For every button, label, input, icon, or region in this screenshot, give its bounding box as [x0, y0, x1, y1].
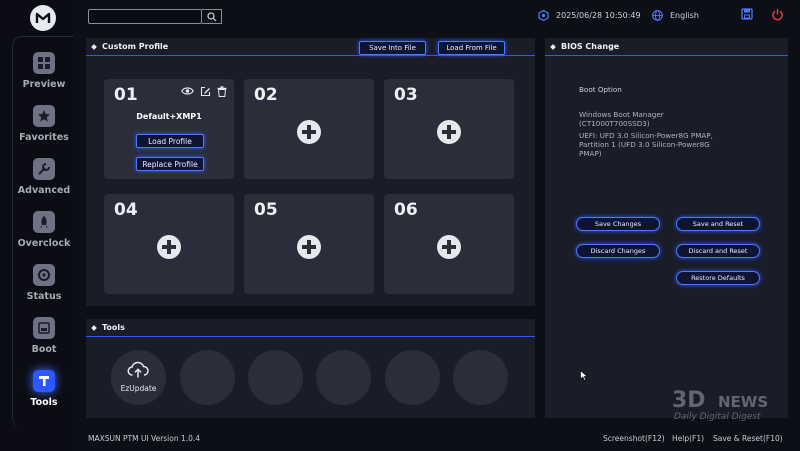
save-into-file-button[interactable]: Save Into File	[359, 41, 426, 55]
svg-text:Daily Digital Digest: Daily Digital Digest	[674, 412, 761, 422]
diamond-icon	[91, 44, 97, 50]
load-profile-button[interactable]: Load Profile	[136, 134, 204, 148]
sidebar-item-label: Advanced	[17, 185, 71, 196]
boot-option-label: Boot Option	[579, 85, 622, 94]
sidebar-item-boot[interactable]: Boot	[14, 315, 74, 365]
panel-header: Tools	[86, 319, 535, 337]
sidebar-item-advanced[interactable]: Advanced	[14, 156, 74, 206]
gauge-icon	[33, 264, 55, 286]
grid-icon	[33, 52, 55, 74]
panel-title: Custom Profile	[102, 42, 169, 51]
slot-number: 04	[114, 200, 138, 220]
add-profile-icon[interactable]	[437, 120, 461, 144]
save-changes-button[interactable]: Save Changes	[576, 217, 660, 231]
slot-number: 02	[254, 85, 278, 105]
slot-number: 03	[394, 85, 418, 105]
save-and-reset-button[interactable]: Save and Reset	[676, 217, 760, 231]
tool-slot-empty	[316, 350, 371, 405]
wrench-icon	[33, 158, 55, 180]
tools-icon	[33, 370, 55, 392]
save-reset-shortcut[interactable]: Save & Reset(F10)	[713, 434, 783, 443]
sidebar-item-label: Tools	[30, 397, 58, 408]
sidebar-item-tools[interactable]: Tools	[14, 368, 74, 418]
diamond-icon	[91, 325, 97, 331]
sidebar-item-status[interactable]: Status	[14, 262, 74, 312]
svg-text:NEWS: NEWS	[718, 393, 768, 411]
profile-slot-01: 01 Default+XMP1 Load Profile Replace Pro…	[104, 79, 234, 179]
profile-slot-06[interactable]: 06	[384, 194, 514, 294]
version-text: MAXSUN PTM UI Version 1.0.4	[88, 434, 201, 443]
discard-and-reset-button[interactable]: Discard and Reset	[676, 244, 760, 258]
boot-entry[interactable]: UEFI: UFD 3.0 Silicon-Power8G PMAP, Part…	[579, 131, 729, 158]
profile-name: Default+XMP1	[136, 112, 202, 121]
globe-icon	[652, 9, 663, 21]
profile-slot-02[interactable]: 02	[244, 79, 374, 179]
add-profile-icon[interactable]	[297, 235, 321, 259]
add-profile-icon[interactable]	[437, 235, 461, 259]
panel-title: BIOS Change	[561, 42, 620, 51]
3dnews-watermark: 3D NEWS Daily Digital Digest	[672, 384, 784, 424]
tool-label: EzUpdate	[120, 384, 157, 393]
power-button[interactable]	[769, 6, 785, 22]
eye-icon[interactable]	[180, 84, 194, 98]
sidebar-item-label: Overclock	[17, 238, 71, 249]
cloud-upload-icon	[127, 361, 149, 378]
sidebar-item-label: Status	[26, 291, 62, 302]
tool-slot-empty	[248, 350, 303, 405]
custom-profile-panel: Custom Profile Save Into File Load From …	[86, 38, 535, 306]
sidebar-item-label: Preview	[22, 79, 66, 90]
tool-slot-empty	[453, 350, 508, 405]
datetime-display: 2025/06/28 10:50:49	[538, 7, 641, 23]
trash-icon[interactable]	[215, 84, 229, 98]
search-button[interactable]	[202, 9, 222, 24]
profile-slot-03[interactable]: 03	[384, 79, 514, 179]
save-button[interactable]	[739, 6, 755, 22]
sidebar-item-label: Boot	[31, 344, 57, 355]
profile-slot-04[interactable]: 04	[104, 194, 234, 294]
search-input[interactable]	[88, 9, 202, 24]
add-profile-icon[interactable]	[157, 235, 181, 259]
slot-number: 01	[114, 85, 138, 105]
power-icon	[771, 8, 783, 20]
panel-title: Tools	[102, 323, 125, 332]
sidebar-item-favorites[interactable]: Favorites	[14, 103, 74, 153]
ssd-icon	[33, 317, 55, 339]
sidebar-item-overclock[interactable]: Overclock	[14, 209, 74, 259]
slot-number: 06	[394, 200, 418, 220]
edit-icon[interactable]	[198, 84, 212, 98]
language-selector[interactable]: English	[652, 7, 699, 23]
sidebar-item-label: Favorites	[19, 132, 69, 143]
slot-number: 05	[254, 200, 278, 220]
help-shortcut[interactable]: Help(F1)	[672, 434, 704, 443]
sidebar-item-preview[interactable]: Preview	[14, 50, 74, 100]
diamond-icon	[550, 44, 556, 50]
mouse-cursor-icon	[580, 370, 588, 381]
maxsun-logo-icon	[30, 5, 56, 31]
add-profile-icon[interactable]	[297, 120, 321, 144]
search-icon	[206, 11, 216, 21]
floppy-disk-icon	[741, 8, 753, 20]
tool-slot-empty	[385, 350, 440, 405]
language-text: English	[670, 10, 699, 20]
screenshot-shortcut[interactable]: Screenshot(F12)	[603, 434, 665, 443]
boot-entry[interactable]: Windows Boot Manager (CT1000T700SSD3)	[579, 110, 714, 128]
star-icon	[33, 105, 55, 127]
panel-header: BIOS Change	[545, 38, 788, 56]
clock-icon	[538, 9, 549, 21]
discard-changes-button[interactable]: Discard Changes	[576, 244, 660, 258]
ezupdate-tool[interactable]: EzUpdate	[111, 350, 166, 405]
profile-slot-05[interactable]: 05	[244, 194, 374, 294]
replace-profile-button[interactable]: Replace Profile	[136, 157, 204, 171]
rocket-icon	[33, 211, 55, 233]
tool-slot-empty	[180, 350, 235, 405]
restore-defaults-button[interactable]: Restore Defaults	[676, 271, 760, 285]
datetime-text: 2025/06/28 10:50:49	[556, 10, 641, 20]
svg-text:3D: 3D	[672, 388, 706, 413]
sidebar: Preview Favorites Advanced Overclock Sta…	[0, 0, 74, 451]
load-from-file-button[interactable]: Load From File	[438, 41, 505, 55]
